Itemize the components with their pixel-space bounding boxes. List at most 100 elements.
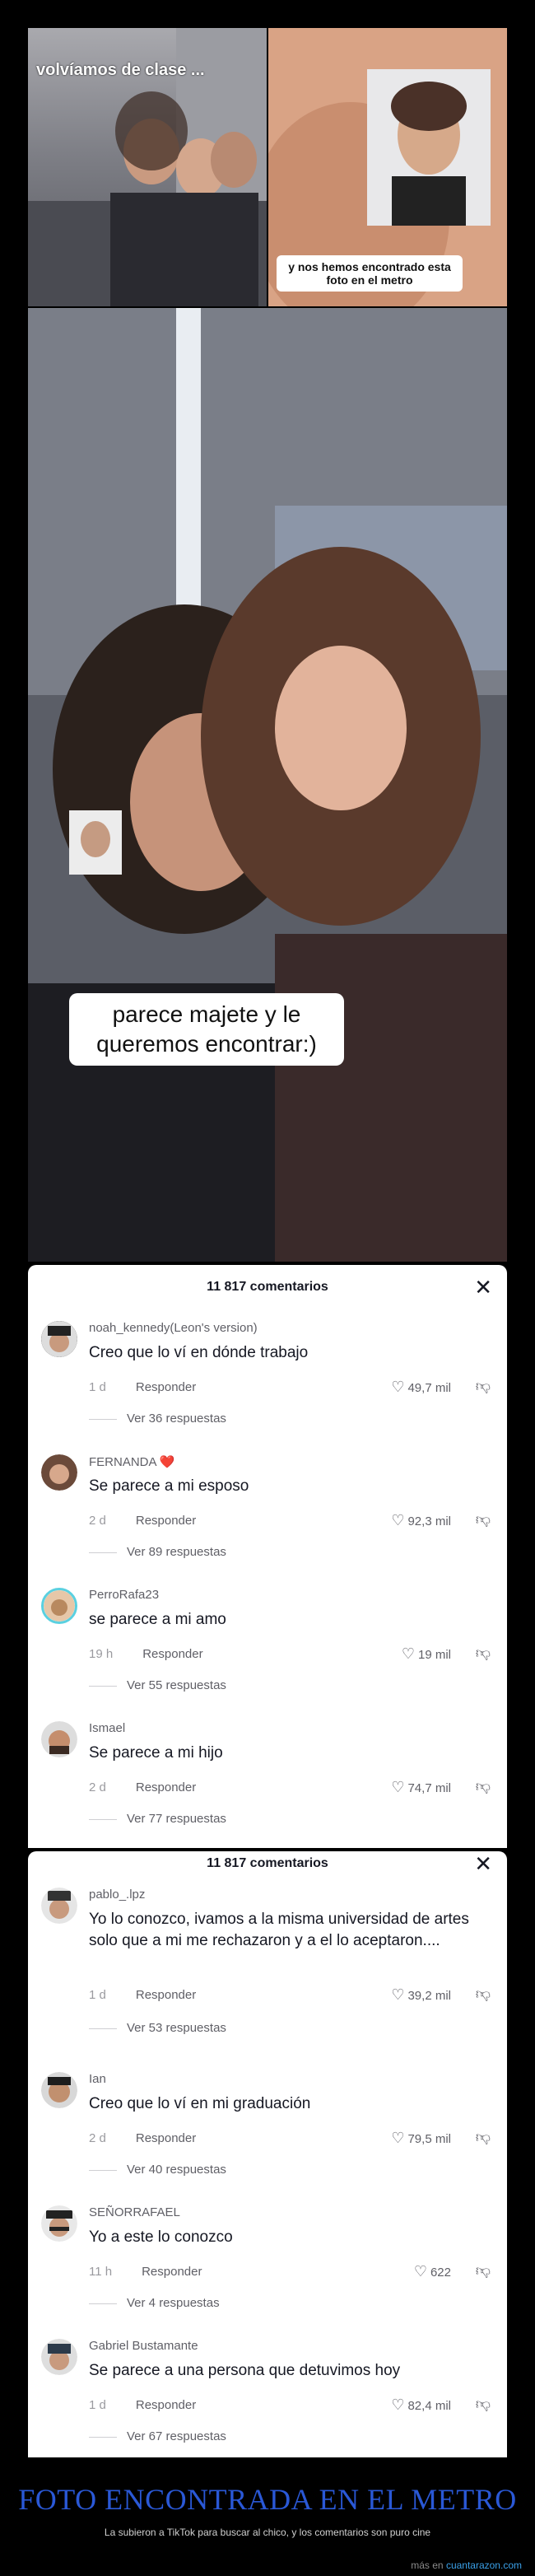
- like-count: 49,7 mil: [407, 1381, 451, 1395]
- comments-header: 11 817 comentarios ✕: [28, 1851, 507, 1876]
- comment-item: FERNANDA ❤️ Se parece a mi esposo 2 d Res…: [28, 1443, 507, 1576]
- comments-header: 11 817 comentarios ✕: [28, 1265, 507, 1309]
- comment-meta: 19 h Responder: [89, 1647, 203, 1661]
- view-replies-button[interactable]: Ver 89 respuestas: [89, 1545, 226, 1559]
- like-button[interactable]: ♡ 74,7 mil: [391, 1779, 451, 1796]
- comment-age: 1 d: [89, 1380, 106, 1394]
- heart-icon: ♡: [401, 1645, 415, 1662]
- view-replies-button[interactable]: Ver 4 respuestas: [89, 2296, 220, 2310]
- like-button[interactable]: ♡ 49,7 mil: [391, 1379, 451, 1396]
- comment-item: pablo_.lpz Yo lo conozco, ivamos a la mi…: [28, 1876, 507, 2060]
- replies-divider: [89, 1818, 117, 1820]
- reply-button[interactable]: Responder: [136, 1514, 196, 1528]
- like-button[interactable]: ♡ 82,4 mil: [391, 2396, 451, 2414]
- comment-username[interactable]: Ian: [89, 2072, 106, 2086]
- avatar[interactable]: [41, 1321, 77, 1357]
- dislike-icon[interactable]: 👎︎: [476, 1377, 491, 1395]
- comment-text: Yo a este lo conozco: [89, 2228, 233, 2246]
- dislike-icon[interactable]: 👎︎: [476, 1985, 491, 2003]
- comment-count: 11 817 comentarios: [207, 1856, 328, 1870]
- close-icon[interactable]: ✕: [474, 1851, 492, 1876]
- site-credit: más en cuantarazon.com: [411, 2560, 522, 2571]
- view-replies-button[interactable]: Ver 36 respuestas: [89, 1412, 226, 1426]
- like-count: 92,3 mil: [407, 1514, 451, 1528]
- comment-username[interactable]: Gabriel Bustamante: [89, 2339, 198, 2353]
- like-button[interactable]: ♡ 19 mil: [402, 1645, 451, 1663]
- reply-button[interactable]: Responder: [136, 1988, 196, 2002]
- comment-item: Gabriel Bustamante Se parece a una perso…: [28, 2327, 507, 2461]
- comment-meta: 1 d Responder: [89, 1380, 196, 1394]
- comment-username[interactable]: pablo_.lpz: [89, 1888, 145, 1902]
- view-replies-button[interactable]: Ver 67 respuestas: [89, 2429, 226, 2443]
- comment-age: 19 h: [89, 1647, 114, 1661]
- dislike-icon[interactable]: 👎︎: [476, 1644, 491, 1662]
- comment-username[interactable]: PerroRafa23: [89, 1588, 159, 1602]
- reply-button[interactable]: Responder: [142, 2265, 202, 2279]
- heart-icon: ♡: [391, 1512, 405, 1528]
- post-subtitle: La subieron a TikTok para buscar al chic…: [104, 2527, 431, 2538]
- comment-text: se parece a mi amo: [89, 1611, 226, 1628]
- like-button[interactable]: ♡ 39,2 mil: [391, 1986, 451, 2004]
- close-icon[interactable]: ✕: [474, 1265, 492, 1309]
- avatar[interactable]: [41, 1588, 77, 1624]
- reply-button[interactable]: Responder: [136, 2398, 196, 2412]
- like-count: 622: [430, 2266, 451, 2280]
- dislike-icon[interactable]: 👎︎: [476, 2261, 491, 2280]
- comment-username[interactable]: SEÑORRAFAEL: [89, 2205, 180, 2219]
- found-photo: y nos hemos encontrado esta foto en el m…: [268, 28, 507, 306]
- view-replies-button[interactable]: Ver 77 respuestas: [89, 1812, 226, 1826]
- avatar[interactable]: [41, 1888, 77, 1924]
- comment-username[interactable]: Ismael: [89, 1721, 125, 1735]
- like-count: 19 mil: [417, 1648, 451, 1662]
- metro-caption: parece majete y le queremos encontrar:): [69, 993, 344, 1066]
- comment-item: Ian Creo que lo ví en mi graduación 2 d R…: [28, 2060, 507, 2194]
- dislike-icon[interactable]: 👎︎: [476, 2395, 491, 2413]
- heart-icon: ♡: [391, 2396, 405, 2413]
- view-replies-button[interactable]: Ver 40 respuestas: [89, 2163, 226, 2177]
- comment-username[interactable]: noah_kennedy(Leon's version): [89, 1321, 258, 1335]
- replies-divider: [89, 1418, 117, 1420]
- replies-divider: [89, 2436, 117, 2438]
- comment-meta: 2 d Responder: [89, 1514, 196, 1528]
- site-link[interactable]: cuantarazon.com: [446, 2560, 522, 2571]
- comment-text: Creo que lo ví en mi graduación: [89, 2095, 311, 2112]
- comments-panel-1: 11 817 comentarios ✕ noah_kennedy(Leon's…: [28, 1265, 507, 1848]
- avatar[interactable]: [41, 1454, 77, 1491]
- avatar[interactable]: [41, 2339, 77, 2375]
- comment-meta: 2 d Responder: [89, 1780, 196, 1794]
- reply-button[interactable]: Responder: [136, 1780, 196, 1794]
- reply-button[interactable]: Responder: [142, 1647, 202, 1661]
- like-button[interactable]: ♡ 92,3 mil: [391, 1512, 451, 1529]
- comment-meta: 1 d Responder: [89, 2398, 196, 2412]
- avatar[interactable]: [41, 2205, 77, 2242]
- comment-age: 2 d: [89, 1780, 106, 1794]
- like-count: 82,4 mil: [407, 2399, 451, 2413]
- reply-button[interactable]: Responder: [136, 2131, 196, 2145]
- comment-username[interactable]: FERNANDA ❤️: [89, 1454, 175, 1469]
- heart-icon: ♡: [391, 2130, 405, 2146]
- comment-text: Se parece a una persona que detuvimos ho…: [89, 2362, 401, 2379]
- replies-divider: [89, 1552, 117, 1553]
- comment-item: noah_kennedy(Leon's version) Creo que lo…: [28, 1309, 507, 1443]
- dislike-icon[interactable]: 👎︎: [476, 1777, 491, 1795]
- view-replies-button[interactable]: Ver 53 respuestas: [89, 2021, 226, 2035]
- like-button[interactable]: ♡ 79,5 mil: [391, 2130, 451, 2147]
- comment-age: 1 d: [89, 1988, 106, 2002]
- heart-icon: ♡: [391, 1779, 405, 1795]
- like-button[interactable]: ♡ 622: [414, 2263, 451, 2280]
- comment-item: SEÑORRAFAEL Yo a este lo conozco 11 h Res…: [28, 2194, 507, 2327]
- comments-panel-2: 11 817 comentarios ✕ pablo_.lpz Yo lo co…: [28, 1851, 507, 2457]
- comment-text: Se parece a mi hijo: [89, 1744, 223, 1762]
- like-count: 39,2 mil: [407, 1989, 451, 2003]
- found-photo-caption: y nos hemos encontrado esta foto en el m…: [277, 255, 463, 292]
- dislike-icon[interactable]: 👎︎: [476, 1510, 491, 1528]
- avatar[interactable]: [41, 1721, 77, 1757]
- dislike-icon[interactable]: 👎︎: [476, 2128, 491, 2146]
- reply-button[interactable]: Responder: [136, 1380, 196, 1394]
- comment-text: Creo que lo ví en dónde trabajo: [89, 1344, 309, 1361]
- metro-photo: parece majete y le queremos encontrar:): [28, 308, 507, 1262]
- avatar[interactable]: [41, 2072, 77, 2108]
- replies-divider: [89, 2303, 117, 2304]
- like-count: 74,7 mil: [407, 1781, 451, 1795]
- view-replies-button[interactable]: Ver 55 respuestas: [89, 1678, 226, 1692]
